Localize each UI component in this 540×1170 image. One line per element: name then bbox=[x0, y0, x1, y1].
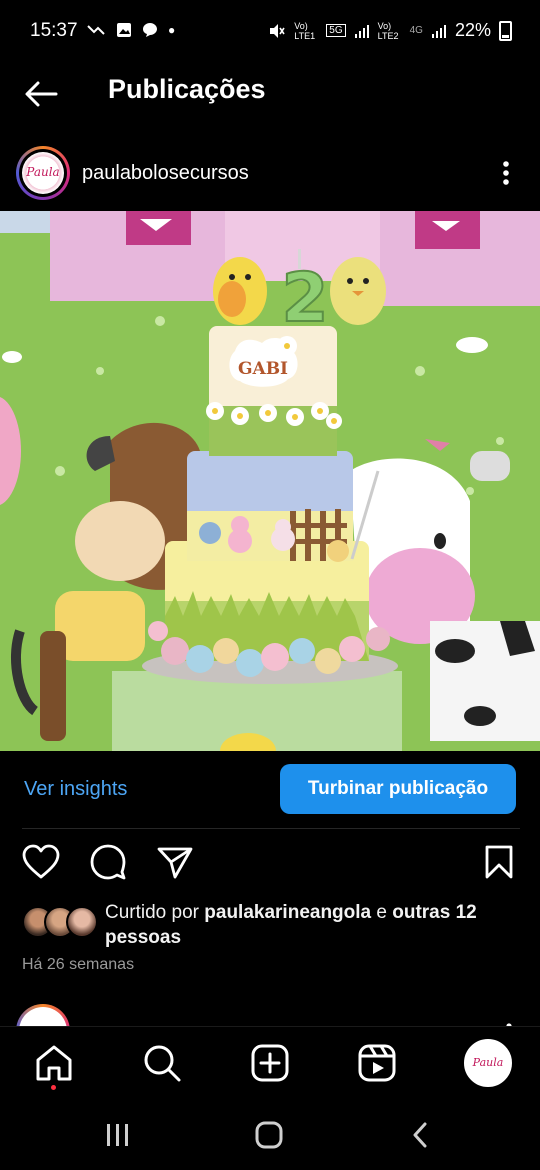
signal-icon-2 bbox=[431, 24, 446, 38]
network-label-2: Vo) LTE2 bbox=[377, 20, 399, 41]
likes-connector: e bbox=[371, 902, 393, 923]
gallery-icon bbox=[117, 23, 131, 37]
liked-by-avatars[interactable] bbox=[22, 906, 98, 938]
cake-photo-illustration: GABI 2 bbox=[0, 211, 540, 751]
cake-name-text: GABI bbox=[238, 359, 288, 379]
missed-call-icon bbox=[87, 25, 105, 35]
network-5g-label: 5G bbox=[326, 24, 346, 37]
post-image[interactable]: GABI 2 bbox=[0, 211, 540, 751]
likes-summary[interactable]: Curtido por paulakarineangola e outras 1… bbox=[105, 900, 515, 950]
home-icon[interactable] bbox=[34, 1043, 74, 1083]
likes-prefix: Curtido por bbox=[105, 902, 205, 923]
post-author-avatar[interactable]: Paula bbox=[16, 146, 70, 200]
more-options-icon[interactable] bbox=[494, 158, 518, 188]
profile-avatar-tab[interactable]: Paula bbox=[464, 1039, 512, 1087]
post-timestamp: Há 26 semanas bbox=[22, 956, 135, 973]
home-button-icon[interactable] bbox=[254, 1120, 284, 1150]
avatar-logo-text: Paula bbox=[22, 152, 64, 194]
back-arrow-icon[interactable] bbox=[22, 74, 62, 114]
reels-icon[interactable] bbox=[357, 1043, 397, 1083]
network-label-1: Vo) LTE1 bbox=[294, 20, 316, 41]
recent-apps-icon[interactable] bbox=[104, 1122, 132, 1148]
comment-icon[interactable] bbox=[90, 844, 126, 880]
search-icon[interactable] bbox=[142, 1043, 182, 1083]
chat-bubble-icon bbox=[143, 23, 157, 37]
system-navigation-bar bbox=[0, 1100, 540, 1170]
cake-number-topper: 2 bbox=[281, 259, 328, 338]
dot-icon: ● bbox=[168, 23, 176, 37]
create-post-icon[interactable] bbox=[250, 1043, 290, 1083]
view-insights-link[interactable]: Ver insights bbox=[24, 778, 127, 801]
bookmark-icon[interactable] bbox=[484, 844, 514, 880]
network-4g-label: 4G bbox=[409, 25, 423, 36]
divider bbox=[22, 828, 520, 829]
notification-dot bbox=[51, 1085, 56, 1090]
status-time: 15:37 bbox=[30, 20, 78, 41]
boost-post-button[interactable]: Turbinar publicação bbox=[280, 764, 516, 814]
status-system-icons: Vo) LTE1 5G Vo) LTE2 4G 22% bbox=[268, 20, 512, 41]
status-bar: 15:37 ● Vo) LTE1 5G Vo) LTE2 4G 22% bbox=[0, 0, 540, 62]
send-icon[interactable] bbox=[157, 846, 193, 880]
status-notification-icons: ● bbox=[86, 22, 175, 38]
bottom-navigation: Paula bbox=[0, 1026, 540, 1101]
heart-icon[interactable] bbox=[22, 844, 60, 880]
mute-icon bbox=[270, 23, 285, 38]
battery-percent: 22% bbox=[454, 20, 491, 40]
page-title: Publicações bbox=[108, 74, 266, 104]
avatar bbox=[66, 906, 98, 938]
next-post-avatar[interactable] bbox=[16, 1004, 70, 1028]
back-button-icon[interactable] bbox=[408, 1120, 432, 1150]
signal-icon bbox=[354, 24, 369, 38]
likes-username[interactable]: paulakarineangola bbox=[204, 902, 371, 923]
battery-icon bbox=[499, 20, 512, 41]
post-username[interactable]: paulabolosecursos bbox=[82, 162, 249, 185]
